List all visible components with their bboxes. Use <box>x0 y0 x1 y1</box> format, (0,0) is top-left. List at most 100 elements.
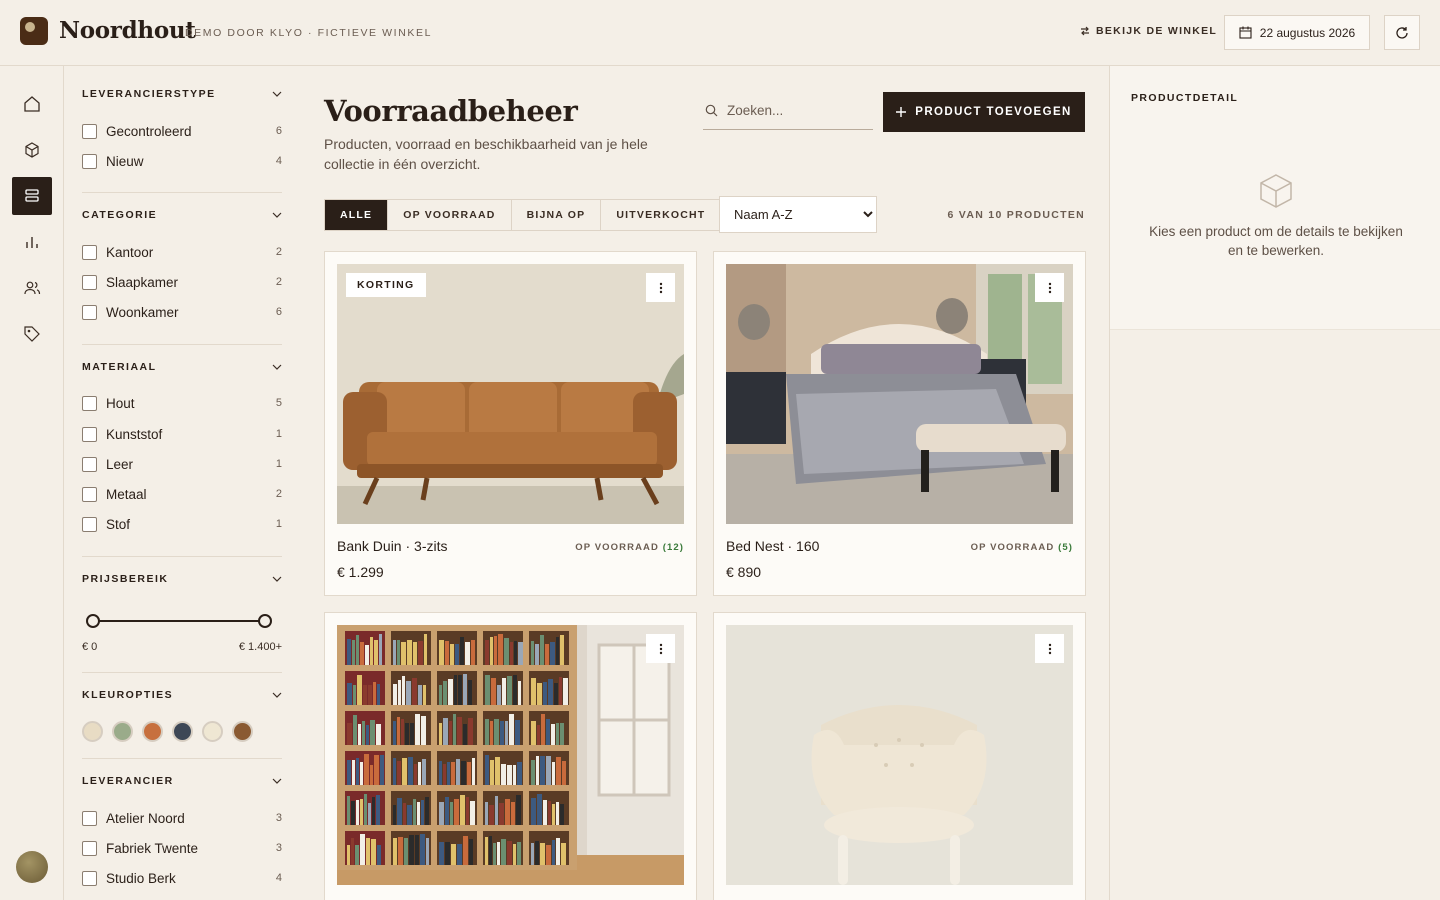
filter-option-studio-berk[interactable]: Studio Berk 4 <box>82 868 282 888</box>
color-swatch[interactable] <box>232 721 253 742</box>
add-product-button[interactable]: PRODUCT TOEVOEGEN <box>883 92 1085 132</box>
tab-op-voorraad[interactable]: OP VOORRAAD <box>388 200 512 230</box>
divider <box>82 672 282 673</box>
option-label: Slaapkamer <box>106 274 179 290</box>
product-menu-button[interactable] <box>1035 273 1064 302</box>
divider <box>82 556 282 557</box>
page-description: Producten, voorraad en beschikbaarheid v… <box>324 136 648 172</box>
filter-option-leer[interactable]: Leer 1 <box>82 454 282 474</box>
filter-option-kunststof[interactable]: Kunststof 1 <box>82 424 282 444</box>
price-slider-min-handle[interactable] <box>86 614 100 628</box>
color-swatch[interactable] <box>112 721 133 742</box>
refresh-button[interactable] <box>1384 15 1420 50</box>
color-swatch[interactable] <box>82 721 103 742</box>
checkbox[interactable] <box>82 123 97 139</box>
product-card[interactable]: KORTING Bank Duin · 3-zits OP VOORRAAD (… <box>324 251 697 596</box>
filter-option-atelier-noord[interactable]: Atelier Noord 3 <box>82 808 282 828</box>
filter-option-woonkamer[interactable]: Woonkamer 6 <box>82 302 282 322</box>
checkbox[interactable] <box>82 516 97 532</box>
checkbox[interactable] <box>82 810 97 826</box>
product-image-bedroom <box>726 264 1073 524</box>
filter-option-stof[interactable]: Stof 1 <box>82 514 282 534</box>
color-swatch[interactable] <box>142 721 163 742</box>
price-slider-max-handle[interactable] <box>258 614 272 628</box>
product-menu-button[interactable] <box>646 273 675 302</box>
option-count: 1 <box>275 518 282 530</box>
users-icon <box>24 281 41 295</box>
page-title: Voorraadbeheer <box>324 94 578 128</box>
product-detail-empty-state: PRODUCTDETAIL Kies een product om de det… <box>1110 66 1440 330</box>
filter-option-hout[interactable]: Hout 5 <box>82 393 282 413</box>
checkbox[interactable] <box>82 426 97 442</box>
checkbox[interactable] <box>82 244 97 260</box>
checkbox[interactable] <box>82 304 97 320</box>
filter-material-header[interactable]: MATERIAAL <box>82 361 282 373</box>
product-menu-button[interactable] <box>646 634 675 663</box>
nav-inventory[interactable] <box>12 177 52 215</box>
checkbox[interactable] <box>82 840 97 856</box>
filter-material: MATERIAAL <box>82 361 282 373</box>
product-menu-button[interactable] <box>1035 634 1064 663</box>
option-label: Kunststof <box>106 426 163 442</box>
nav-reports[interactable] <box>12 223 52 261</box>
product-name: Bank Duin · 3-zits <box>337 538 448 554</box>
checkbox[interactable] <box>82 456 97 472</box>
nav-discounts[interactable] <box>12 315 52 353</box>
option-label: Stof <box>106 516 131 532</box>
filter-option-metaal[interactable]: Metaal 2 <box>82 484 282 504</box>
brand-logo[interactable] <box>20 17 48 45</box>
filter-option-slaapkamer[interactable]: Slaapkamer 2 <box>82 272 282 292</box>
color-swatch[interactable] <box>202 721 223 742</box>
date-button[interactable]: 22 augustus 2026 <box>1224 15 1370 50</box>
nav-customers[interactable] <box>12 269 52 307</box>
filter-option-gecontroleerd[interactable]: Gecontroleerd 6 <box>82 121 282 141</box>
option-count: 2 <box>275 276 282 288</box>
search-box[interactable] <box>703 92 873 130</box>
stock-count: (12) <box>662 542 684 553</box>
chevron-down-icon <box>272 364 282 370</box>
color-swatch[interactable] <box>172 721 193 742</box>
nav-products[interactable] <box>12 131 52 169</box>
checkbox[interactable] <box>82 395 97 411</box>
option-label: Fabriek Twente <box>106 840 199 856</box>
filter-supplier-type-header[interactable]: LEVERANCIERSTYPE <box>82 88 282 100</box>
filter-colors-header[interactable]: KLEUROPTIES <box>82 689 282 701</box>
filter-supplier-header[interactable]: LEVERANCIER <box>82 775 282 787</box>
calendar-icon <box>1239 26 1252 39</box>
product-card[interactable] <box>713 612 1086 900</box>
brand-name[interactable]: Noordhout <box>59 17 196 44</box>
view-shop-link[interactable]: BEKIJK DE WINKEL <box>1080 25 1217 37</box>
chevron-down-icon <box>272 576 282 582</box>
product-card[interactable] <box>324 612 697 900</box>
product-price: € 1.299 <box>337 564 384 580</box>
product-card[interactable]: Bed Nest · 160 OP VOORRAAD (5) € 890 <box>713 251 1086 596</box>
nav-home[interactable] <box>12 85 52 123</box>
price-slider-track[interactable] <box>91 620 271 622</box>
option-label: Gecontroleerd <box>106 123 192 139</box>
checkbox[interactable] <box>82 870 97 886</box>
checkbox[interactable] <box>82 153 97 169</box>
option-count: 6 <box>275 306 282 318</box>
checkbox[interactable] <box>82 274 97 290</box>
filter-option-kantoor[interactable]: Kantoor 2 <box>82 242 282 262</box>
sort-select[interactable]: Naam A-Z <box>719 196 877 233</box>
detail-title: PRODUCTDETAIL <box>1131 92 1239 104</box>
tab-bijna-op[interactable]: BIJNA OP <box>511 200 602 230</box>
filter-price-header[interactable]: PRIJSBEREIK <box>82 573 282 585</box>
plus-icon <box>896 107 907 117</box>
checkbox[interactable] <box>82 486 97 502</box>
search-input[interactable] <box>727 103 867 118</box>
filter-category-header[interactable]: CATEGORIE <box>82 209 282 221</box>
more-vertical-icon <box>1048 643 1051 654</box>
chart-icon <box>26 237 38 248</box>
product-name: Bed Nest · 160 <box>726 538 820 554</box>
tab-uitverkocht[interactable]: UITVERKOCHT <box>601 200 721 230</box>
filter-option-nieuw[interactable]: Nieuw 4 <box>82 151 282 171</box>
chevron-down-icon <box>272 91 282 97</box>
filter-option-fabriek-twente[interactable]: Fabriek Twente 3 <box>82 838 282 858</box>
product-image-armchair <box>726 625 1073 885</box>
chevron-down-icon <box>272 212 282 218</box>
user-avatar[interactable] <box>16 851 48 883</box>
tab-alle[interactable]: ALLE <box>325 200 389 230</box>
divider <box>82 758 282 759</box>
